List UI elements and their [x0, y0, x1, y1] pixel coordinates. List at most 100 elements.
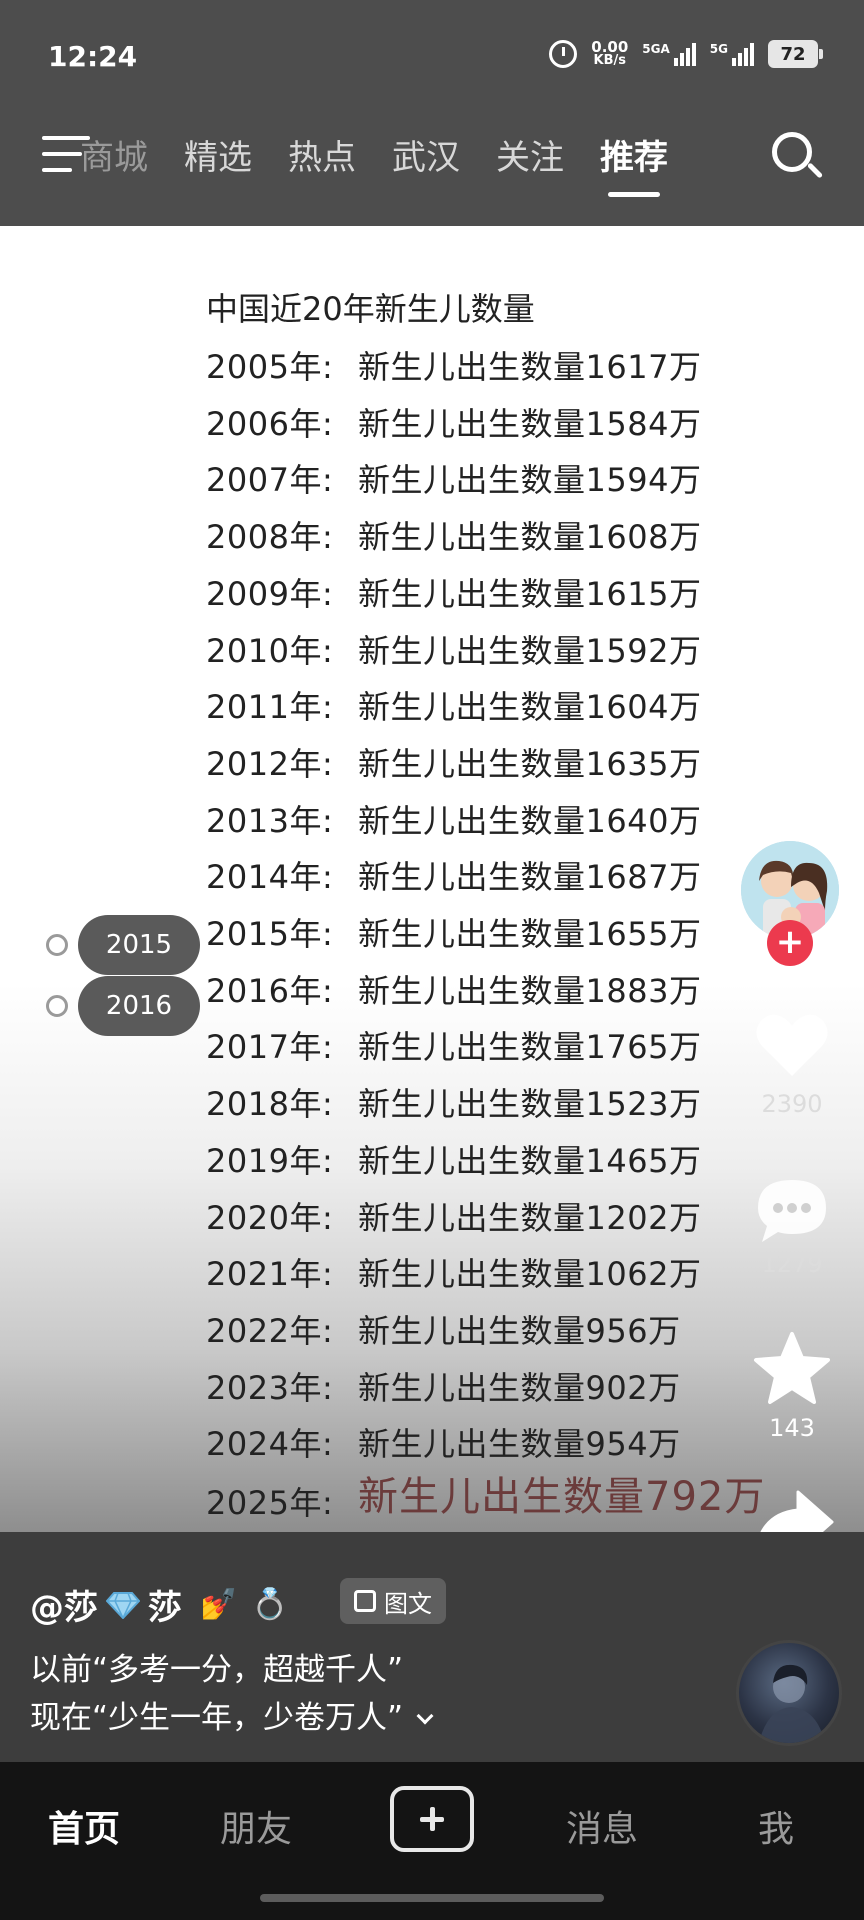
signal-icon-sim1: 5GA: [642, 42, 696, 66]
alarm-icon: [549, 40, 578, 68]
tab-hot[interactable]: 热点: [288, 130, 356, 179]
nail-polish-icon: 💅: [200, 1587, 238, 1622]
birth-row: 2012年: 新生儿出生数量1635万: [206, 739, 701, 785]
birth-row-value: 新生儿出生数量1594万: [358, 461, 702, 499]
caption-line-1: 以前“多考一分，超越千人”: [30, 1652, 404, 1688]
year-pill-2015[interactable]: 2015: [78, 915, 200, 975]
birth-row-year: 2022年:: [206, 1312, 334, 1350]
birth-row-value: 新生儿出生数量902万: [358, 1369, 681, 1407]
nav-friends[interactable]: 朋友: [220, 1800, 292, 1852]
birth-row-value: 新生儿出生数量956万: [358, 1312, 681, 1350]
network-speed-unit: KB/s: [593, 53, 627, 68]
timeline-dot-2015: [46, 934, 68, 956]
post-type-badge[interactable]: 图文: [340, 1578, 446, 1624]
birth-row: 2005年: 新生儿出生数量1617万: [206, 342, 701, 388]
sim2-label: 5G: [709, 42, 728, 56]
signal-icon-sim2: 5G: [710, 42, 754, 66]
birth-row-value: 新生儿出生数量1883万: [358, 972, 702, 1010]
diamond-icon: [106, 1591, 140, 1619]
birth-row-year: 2016年:: [206, 972, 334, 1010]
birth-row-value: 新生儿出生数量1640万: [358, 802, 702, 840]
birth-row-value: 新生儿出生数量1635万: [358, 745, 702, 783]
nav-home[interactable]: 首页: [48, 1800, 120, 1852]
birth-row-year: 2006年:: [206, 405, 334, 443]
birth-row: 2008年: 新生儿出生数量1608万: [206, 512, 701, 558]
birth-row-year: 2010年:: [206, 632, 334, 670]
birth-row-year: 2015年:: [206, 915, 334, 953]
nav-messages[interactable]: 消息: [566, 1800, 638, 1852]
network-speed: 0.00 KB/s: [591, 40, 628, 68]
caption-line-2[interactable]: 现在“少生一年，少卷万人”: [30, 1692, 434, 1737]
expand-chevron-icon[interactable]: [416, 1707, 434, 1725]
birth-row: 2006年: 新生儿出生数量1584万: [206, 399, 701, 445]
birth-row-year: 2020年:: [206, 1199, 334, 1237]
status-time: 12:24: [48, 40, 138, 73]
birth-row: 2015年: 新生儿出生数量1655万: [206, 909, 701, 955]
birth-row: 2009年: 新生儿出生数量1615万: [206, 569, 701, 615]
year-pill-2016[interactable]: 2016: [78, 976, 200, 1036]
author-name[interactable]: @莎 莎 💅 💍: [30, 1580, 289, 1629]
birth-row: 2007年: 新生儿出生数量1594万: [206, 455, 701, 501]
tab-following[interactable]: 关注: [496, 130, 564, 179]
birth-row-year: 2023年:: [206, 1369, 334, 1407]
birth-row: 2010年: 新生儿出生数量1592万: [206, 626, 701, 672]
search-icon[interactable]: [772, 132, 824, 182]
like-count: 2390: [761, 1090, 823, 1118]
birth-row: 2018年: 新生儿出生数量1523万: [206, 1079, 701, 1125]
ring-icon: 💍: [251, 1587, 289, 1622]
birth-row-year: 2017年:: [206, 1028, 334, 1066]
birth-row: 2025年: 新生儿出生数量792万: [206, 1468, 765, 1526]
nav-me[interactable]: 我: [758, 1800, 794, 1852]
tab-featured[interactable]: 精选: [184, 130, 252, 179]
tab-wuhan[interactable]: 武汉: [392, 130, 460, 179]
birth-row: 2023年: 新生儿出生数量902万: [206, 1363, 681, 1409]
birth-row-year: 2007年:: [206, 461, 334, 499]
music-disc-avatar[interactable]: [736, 1640, 842, 1746]
follow-button[interactable]: +: [767, 920, 813, 966]
like-icon[interactable]: [752, 1010, 832, 1080]
birth-row: 2022年: 新生儿出生数量956万: [206, 1306, 681, 1352]
birth-row-year: 2014年:: [206, 858, 334, 896]
birth-row-value: 新生儿出生数量1465万: [358, 1142, 702, 1180]
home-indicator[interactable]: [260, 1894, 604, 1902]
birth-row-year: 2024年:: [206, 1425, 334, 1463]
birth-row-value: 新生儿出生数量1765万: [358, 1028, 702, 1066]
caption-line-2-text: 现在“少生一年，少卷万人”: [30, 1700, 404, 1736]
birth-row-value: 新生儿出生数量1584万: [358, 405, 702, 443]
post-image[interactable]: 中国近20年新生儿数量 2005年: 新生儿出生数量1617万 2006年: 新生儿出…: [0, 226, 864, 1532]
birth-row-value: 新生儿出生数量1608万: [358, 518, 702, 556]
top-bar: 12:24 0.00 KB/s 5GA 5G 72 商城 精选 热点 武汉 关注…: [0, 0, 864, 226]
birth-row-year: 2008年:: [206, 518, 334, 556]
top-tabs: 商城 精选 热点 武汉 关注 推荐: [80, 130, 668, 197]
birth-row-value: 新生儿出生数量1202万: [358, 1199, 702, 1237]
favorite-icon[interactable]: [752, 1330, 832, 1406]
tab-mall[interactable]: 商城: [80, 130, 148, 179]
birth-row-value: 新生儿出生数量1062万: [358, 1255, 702, 1293]
tab-recommend[interactable]: 推荐: [600, 130, 668, 197]
author-name-part-1: @莎: [30, 1588, 98, 1628]
create-post-button[interactable]: [390, 1786, 474, 1852]
birth-row-value: 新生儿出生数量1604万: [358, 688, 702, 726]
birth-row-value: 新生儿出生数量1523万: [358, 1085, 702, 1123]
birth-row-year: 2012年:: [206, 745, 334, 783]
gallery-icon: [354, 1590, 376, 1612]
network-speed-value: 0.00: [591, 38, 629, 56]
timeline-dot-2016: [46, 995, 68, 1017]
birth-row: 2014年: 新生儿出生数量1687万: [206, 852, 701, 898]
birth-row-value: 新生儿出生数量954万: [358, 1425, 681, 1463]
birth-row-year: 2005年:: [206, 348, 334, 386]
birth-row-year: 2009年:: [206, 575, 334, 613]
comment-icon[interactable]: [754, 1176, 830, 1246]
birth-row: 2021年: 新生儿出生数量1062万: [206, 1249, 701, 1295]
comment-count: 1279: [761, 1250, 823, 1278]
birth-row-value: 新生儿出生数量1617万: [358, 348, 702, 386]
birth-row-value: 新生儿出生数量792万: [358, 1474, 766, 1520]
birth-row-year: 2018年:: [206, 1085, 334, 1123]
birth-row: 2013年: 新生儿出生数量1640万: [206, 796, 701, 842]
birth-row-value: 新生儿出生数量1687万: [358, 858, 702, 896]
birth-row: 2011年: 新生儿出生数量1604万: [206, 682, 701, 728]
post-type-label: 图文: [384, 1589, 432, 1618]
birth-row: 2024年: 新生儿出生数量954万: [206, 1419, 681, 1465]
birth-row: 2016年: 新生儿出生数量1883万: [206, 966, 701, 1012]
birth-row: 2017年: 新生儿出生数量1765万: [206, 1022, 701, 1068]
